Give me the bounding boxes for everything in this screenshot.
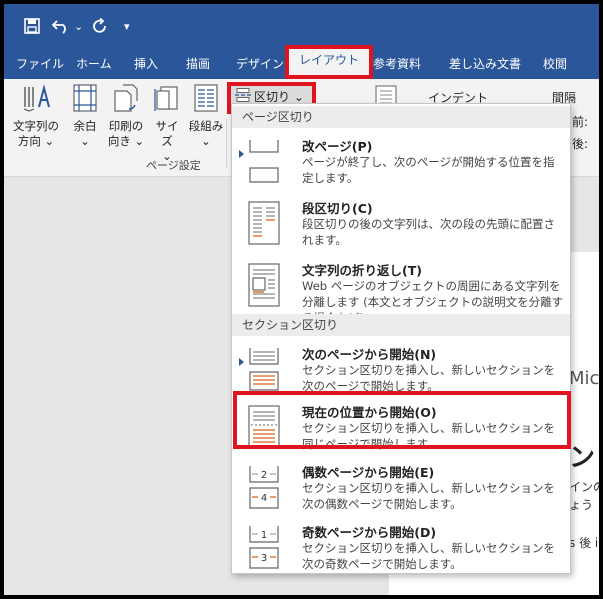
tab-design[interactable]: デザイン [236,49,284,79]
orientation-icon [106,83,146,117]
undo-dropdown-icon[interactable]: ⌄ [74,18,83,36]
tab-mailings[interactable]: 差し込み文書 [449,49,521,79]
menu-item-description: 段区切りの後の文字列は、次の段の先頭に配置されます。 [302,217,555,247]
svg-text:2: 2 [261,470,267,481]
menu-item-odd-page[interactable]: 13 奇数ページから開始(D) セクション区切りを挿入し、新しいセクションを次の… [232,518,570,578]
orientation-label-1: 印刷の [108,119,144,133]
menu-item-title: 偶数ページから開始(E) [302,465,435,480]
spacing-after-label: 後: [572,137,589,151]
tab-review[interactable]: 校閲 [543,49,567,79]
even-page-section-icon: 24 [246,464,282,510]
menu-item-title: 文字列の折り返し(T) [302,263,422,278]
highlight-box [233,391,571,449]
menu-item-text-wrapping[interactable]: 文字列の折り返し(T) Web ページのオブジェクトの周囲にある文字列を分離しま… [232,256,570,325]
breaks-label: 区切り ⌄ [254,90,304,104]
document-text-2: ン [569,443,596,473]
text-direction-label-1: 文字列の [13,119,59,133]
menu-item-description: セクション区切りを挿入し、新しいセクションを次の奇数ページで開始します。 [302,541,555,571]
text-direction-icon [10,83,62,117]
menu-item-title: 奇数ページから開始(D) [302,525,437,540]
menu-item-page-break[interactable]: 改ページ(P) ページが終了し、次のページが開始する位置を指定します。 [232,132,570,192]
next-page-section-icon [246,346,282,392]
selection-marker-icon [239,150,244,158]
orientation-label-2: 向き ⌄ [107,134,145,148]
menu-item-description: ページが終了し、次のページが開始する位置を指定します。 [302,155,555,185]
tab-home[interactable]: ホーム [76,49,112,79]
size-icon [150,83,184,117]
undo-icon[interactable] [52,18,70,34]
redo-icon[interactable] [92,18,108,34]
page-break-icon [246,138,282,184]
selection-marker-icon [239,358,244,366]
svg-text:4: 4 [261,493,267,504]
ribbon-tabs: ファイル ホーム 挿入 描画 デザイン レイアウト 参考資料 差し込み文書 校閲 [4,45,599,79]
odd-page-section-icon: 13 [246,524,282,570]
spacing-before-label: 前: [572,115,589,129]
menu-item-description: セクション区切りを挿入し、新しいセクションを次のページで開始します。 [302,363,555,393]
column-break-icon [246,200,282,246]
customize-qat-icon[interactable]: ▾ [124,18,130,36]
columns-label-2: ⌄ [201,134,211,148]
document-text-5: s 後 i [569,536,599,550]
menu-item-title: 改ページ(P) [302,139,373,154]
menu-item-description: セクション区切りを挿入し、新しいセクションを次の偶数ページで開始します。 [302,481,555,511]
breaks-dropdown-menu: ページ区切り 改ページ(P) ページが終了し、次のページが開始する位置を指定しま… [231,103,571,574]
document-text-3: インの [569,480,599,494]
tab-layout[interactable]: レイアウト [285,45,374,79]
menu-item-title: 次のページから開始(N) [302,347,437,362]
margins-button[interactable]: 余白 ⌄ [66,83,104,149]
menu-item-title: 段区切り(C) [302,201,373,216]
text-wrapping-icon [246,262,282,308]
page-breaks-header: ページ区切り [232,106,570,128]
save-icon[interactable] [24,18,40,34]
document-text-1: Mic [569,368,599,389]
tab-file[interactable]: ファイル [16,49,64,79]
size-button[interactable]: サイズ ⌄ [150,83,184,164]
svg-text:3: 3 [261,553,267,564]
tab-insert[interactable]: 挿入 [134,49,158,79]
text-direction-button[interactable]: 文字列の 方向 ⌄ [10,83,62,149]
tab-draw[interactable]: 描画 [186,49,210,79]
section-breaks-header: セクション区切り [232,314,570,336]
menu-item-even-page[interactable]: 24 偶数ページから開始(E) セクション区切りを挿入し、新しいセクションを次の… [232,458,570,518]
columns-button[interactable]: 段組み ⌄ [188,83,224,149]
columns-label-1: 段組み [188,119,224,133]
tab-references[interactable]: 参考資料 [373,49,421,79]
menu-item-column-break[interactable]: 段区切り(C) 段区切りの後の文字列は、次の段の先頭に配置されます。 [232,194,570,254]
group-divider [226,119,227,167]
margins-icon [66,83,104,117]
word-window: ⌄ ▾ ファイル ホーム 挿入 描画 デザイン レイアウト 参考資料 差し込み文… [4,4,599,595]
margins-label-2: ⌄ [80,134,90,148]
document-text-4: ょう [569,498,594,512]
columns-icon [188,83,224,117]
title-bar: ⌄ ▾ [4,4,599,49]
orientation-button[interactable]: 印刷の 向き ⌄ [106,83,146,149]
svg-text:1: 1 [261,530,267,541]
size-label-1: サイズ [155,119,179,148]
margins-label-1: 余白 [73,119,97,133]
text-direction-label-2: 方向 ⌄ [17,134,55,148]
page-setup-group-label: ページ設定 [146,159,201,172]
